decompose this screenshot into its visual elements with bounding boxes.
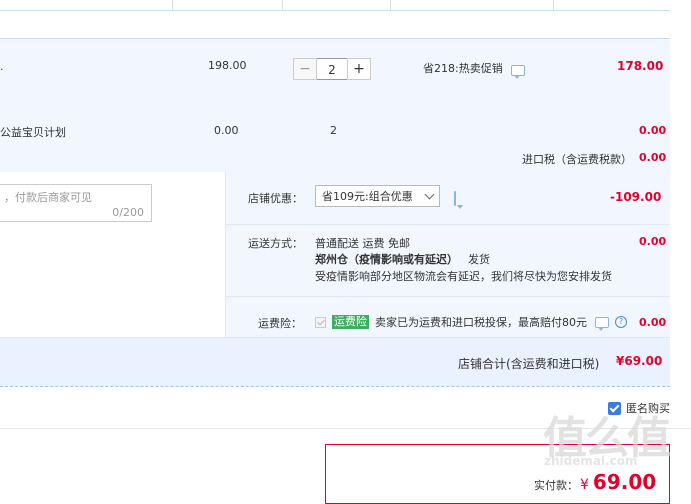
promo-text: 省218:热卖促销 (423, 62, 503, 75)
item-title[interactable]: . (0, 60, 4, 73)
payment-value: 69.00 (592, 470, 657, 494)
promo-info: 省218:热卖促销 (423, 60, 525, 79)
charity-quantity: 2 (330, 124, 337, 137)
item-unit-price: 198.00 (208, 59, 247, 72)
shop-discount-selected: 省109元:组合优惠 (322, 190, 413, 203)
charity-plan-title[interactable]: 公益宝贝计划 (0, 124, 66, 140)
charity-unit-price: 0.00 (214, 124, 239, 137)
insurance-badge: 运费险 (332, 315, 369, 329)
quantity-stepper[interactable]: − 2 + (293, 58, 371, 80)
shipping-label: 运送方式： (248, 237, 303, 250)
insurance-label: 运费险： (258, 317, 302, 330)
message-char-counter: 0/200 (112, 206, 144, 219)
import-tax-value: 0.00 (639, 151, 667, 164)
shipping-delay-notice: 受疫情影响部分地区物流会有延迟，我们将尽快为您安排发货 (315, 270, 612, 283)
help-icon[interactable]: ? (615, 316, 627, 328)
insurance-row: 运费险 卖家已为运费和进口税投保，最高赔付80元 ? (315, 314, 627, 331)
shop-total-value: ¥69.00 (616, 354, 663, 368)
item-subtotal: 178.00 (617, 59, 664, 73)
import-tax-label: 进口税（含运费税款） (522, 153, 632, 166)
shop-total-label: 店铺合计(含运费和进口税) (458, 357, 600, 371)
shipping-ship-note: 发货 (468, 253, 490, 266)
message-placeholder: ，付款后商家可见 (4, 191, 92, 204)
insurance-checkbox[interactable] (315, 316, 326, 328)
promo-message-icon[interactable] (510, 64, 525, 79)
payment-total: 实付款： ¥ 69.00 (534, 470, 656, 494)
chevron-down-icon (424, 189, 435, 200)
decrease-quantity-button[interactable]: − (293, 58, 317, 80)
increase-quantity-button[interactable]: + (347, 58, 371, 80)
shop-discount-select[interactable]: 省109元:组合优惠 (315, 185, 440, 207)
shipping-warehouse: 郑州仓（疫情影响或有延迟） (315, 253, 458, 266)
shop-discount-label: 店铺优惠： (248, 192, 303, 205)
seller-message-input[interactable]: ，付款后商家可见 0/200 (0, 184, 152, 222)
shop-discount-value: -109.00 (610, 190, 662, 204)
column-header-strip (0, 0, 670, 11)
payment-label: 实付款： (534, 479, 578, 492)
charity-subtotal: 0.00 (639, 124, 667, 137)
discount-message-icon[interactable] (454, 191, 456, 206)
watermark-url: zhidemai.com (544, 454, 638, 468)
insurance-value: 0.00 (639, 316, 667, 329)
quantity-input[interactable]: 2 (317, 58, 347, 80)
insurance-text: 卖家已为运费和进口税投保，最高赔付80元 (375, 316, 587, 329)
shipping-method: 普通配送 运费 免邮 (315, 237, 410, 250)
insurance-message-icon[interactable] (595, 316, 609, 331)
shipping-value: 0.00 (639, 235, 667, 248)
shipping-warehouse-row: 郑州仓（疫情影响或有延迟） 发货 (315, 251, 490, 267)
payment-currency: ¥ (580, 477, 589, 493)
